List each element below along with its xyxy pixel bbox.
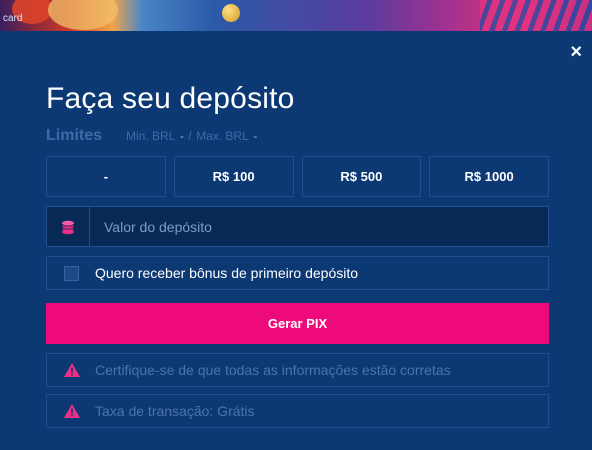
checkbox-unchecked[interactable] [64,265,79,281]
deposit-amount-input[interactable] [90,207,548,246]
close-icon[interactable]: × [570,42,582,62]
min-value: - [179,129,184,143]
limits-row: Limites Min. BRL - / Max. BRL - [46,127,257,147]
deposit-amount-field [46,206,549,247]
amount-options: - R$ 100 R$ 500 R$ 1000 [46,156,549,197]
max-value: - [253,129,258,143]
limits-separator: / [188,129,192,143]
max-label: Max. BRL [196,129,249,143]
modal-title: Faça seu depósito [46,82,295,115]
first-deposit-bonus-checkbox[interactable]: Quero receber bônus de primeiro depósito [46,256,549,290]
min-label: Min. BRL [126,129,176,143]
warning-icon [64,363,80,377]
amount-option-button[interactable]: R$ 100 [173,156,294,197]
banner-decoration [480,0,592,31]
amount-option-button[interactable]: - [46,156,166,197]
limits-label: Limites [46,127,103,144]
notice-info-correct: Certifique-se de que todas as informaçõe… [46,353,549,387]
notice-text: Taxa de transação: Grátis [95,403,255,419]
generate-pix-button[interactable]: Gerar PIX [46,303,549,344]
warning-icon [64,404,80,418]
bonus-checkbox-label: Quero receber bônus de primeiro depósito [95,265,359,281]
banner-label: card [3,13,23,24]
notice-transaction-fee: Taxa de transação: Grátis [46,394,549,428]
amount-option-button[interactable]: R$ 500 [301,156,422,197]
coins-icon [47,207,90,246]
notice-text: Certifique-se de que todas as informaçõe… [95,362,451,378]
promo-banner: card [0,0,592,31]
banner-artwork-highlight [48,0,118,30]
coin-icon [222,4,240,22]
amount-option-button[interactable]: R$ 1000 [429,156,549,197]
